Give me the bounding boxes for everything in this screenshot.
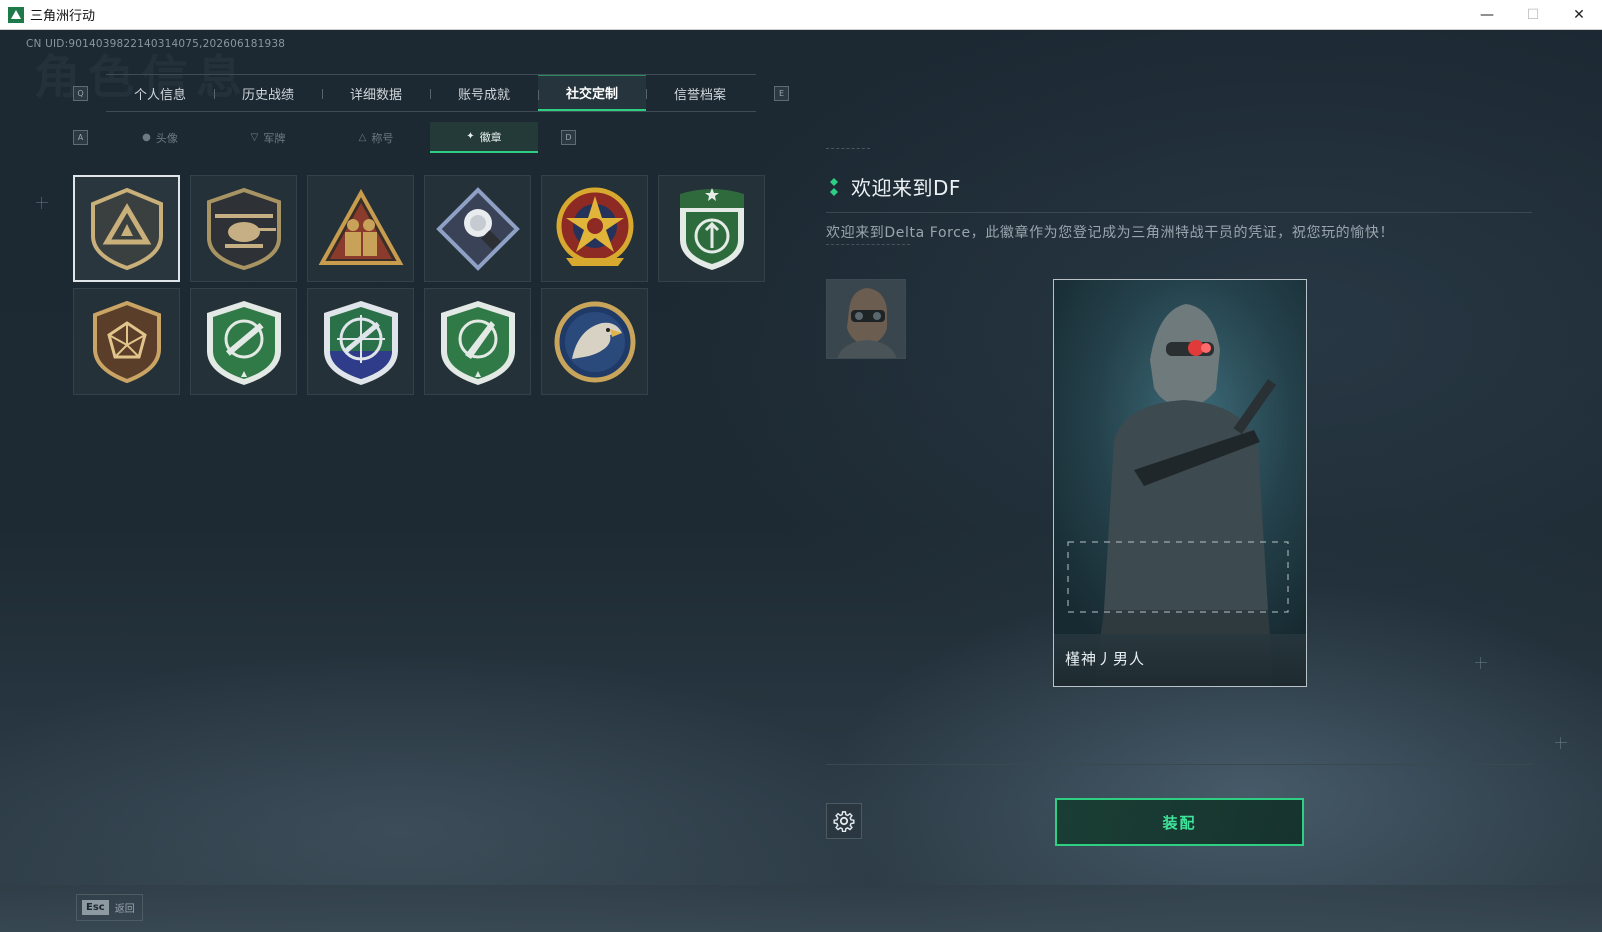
sub-tab-prev-key[interactable]: A xyxy=(73,130,88,145)
rose-icon xyxy=(435,186,520,271)
panel-decoration xyxy=(826,148,870,151)
operator-portrait xyxy=(1067,304,1289,686)
tab-detailed-data[interactable]: 详细数据 xyxy=(322,75,430,111)
title-icon: △ xyxy=(358,132,367,143)
bottom-divider xyxy=(826,764,1532,765)
operator-avatar-icon xyxy=(827,280,905,358)
game-screen: 角色信息 CN UID:9014039822140314075,20260618… xyxy=(0,31,1602,932)
back-button[interactable]: Esc 返回 xyxy=(76,894,143,921)
gear-icon xyxy=(833,811,855,832)
main-tab-next-key[interactable]: E xyxy=(774,86,789,101)
green-knife-badge[interactable] xyxy=(424,288,531,395)
green-rifle-badge[interactable] xyxy=(190,288,297,395)
title-divider xyxy=(826,212,1532,213)
uid-label: CN UID:9014039822140314075,202606181938 xyxy=(26,38,286,50)
delta-shield-badge[interactable] xyxy=(73,175,180,282)
main-tab-bar: 个人信息 历史战绩 详细数据 账号成就 社交定制 信誉档案 xyxy=(106,74,756,112)
settings-button[interactable] xyxy=(826,803,862,839)
app-logo-icon xyxy=(8,6,24,23)
brown-dice-badge[interactable] xyxy=(73,288,180,395)
badge-icon: ✦ xyxy=(466,131,475,142)
gold-star-badge[interactable] xyxy=(541,175,648,282)
green-shield-icon xyxy=(679,187,744,270)
close-button[interactable]: ✕ xyxy=(1556,0,1602,30)
maximize-button[interactable]: ☐ xyxy=(1510,0,1556,30)
subtab-avatar[interactable]: ● 头像 xyxy=(106,122,214,153)
esc-key: Esc xyxy=(82,900,109,915)
rifle-icon xyxy=(206,300,281,385)
avatar xyxy=(826,279,906,359)
subtab-badge[interactable]: ✦ 徽章 xyxy=(430,122,538,153)
tab-achievements[interactable]: 账号成就 xyxy=(430,75,538,111)
operator-name-bar: 槿神丿男人 xyxy=(1054,634,1306,686)
sub-tab-next-key[interactable]: D xyxy=(561,130,576,145)
tab-match-history[interactable]: 历史战绩 xyxy=(214,75,322,111)
crosshair-decoration xyxy=(1475,657,1487,669)
badge-description: 欢迎来到Delta Force，此徽章作为您登记成为三角洲特战干员的凭证，祝您玩… xyxy=(826,225,1395,241)
subtab-badge-label: 徽章 xyxy=(479,130,502,144)
knife-icon xyxy=(440,300,515,385)
operator-name: 槿神丿男人 xyxy=(1065,650,1146,668)
subtab-avatar-label: 头像 xyxy=(155,131,178,145)
main-tab-prev-key[interactable]: Q xyxy=(73,86,88,101)
tab-reputation[interactable]: 信誉档案 xyxy=(646,75,754,111)
back-label: 返回 xyxy=(114,904,135,915)
operator-card: 槿神丿男人 xyxy=(1053,279,1307,687)
eagle-icon xyxy=(554,301,635,382)
rose-diamond-badge[interactable] xyxy=(424,175,531,282)
equip-button[interactable]: 装配 xyxy=(1055,798,1304,846)
sniper-icon xyxy=(323,300,398,385)
subtab-dogtag[interactable]: ▽ 军牌 xyxy=(214,122,322,153)
crosshair-decoration xyxy=(36,197,48,209)
dice-shield-icon xyxy=(92,300,161,383)
footer-bar: Esc 返回 xyxy=(0,885,1602,932)
helicopter-icon xyxy=(206,187,281,270)
gold-star-icon xyxy=(556,187,633,266)
green-shield-badge[interactable] xyxy=(658,175,765,282)
dogtag-icon: ▽ xyxy=(250,132,259,143)
window-titlebar: 三角洲行动 — ☐ ✕ xyxy=(0,0,1602,30)
description-decoration xyxy=(826,244,910,247)
window-title: 三角洲行动 xyxy=(30,9,96,24)
person-icon: ● xyxy=(142,132,151,143)
crosshair-decoration xyxy=(1555,737,1567,749)
eagle-badge[interactable] xyxy=(541,288,648,395)
badge-title: 欢迎来到DF xyxy=(851,176,961,200)
title-marker-icon xyxy=(830,178,838,196)
tab-social-custom[interactable]: 社交定制 xyxy=(538,75,646,111)
helicopter-badge[interactable] xyxy=(190,175,297,282)
sub-tab-bar: ● 头像 ▽ 军牌 △ 称号 ✦ 徽章 xyxy=(106,122,540,153)
minimize-button[interactable]: — xyxy=(1464,0,1510,30)
subtab-title-label: 称号 xyxy=(371,131,394,145)
blue-sniper-badge[interactable] xyxy=(307,288,414,395)
subtab-dogtag-label: 军牌 xyxy=(263,131,286,145)
subtab-title[interactable]: △ 称号 xyxy=(322,122,430,153)
tab-personal-info[interactable]: 个人信息 xyxy=(106,75,214,111)
soldiers-icon xyxy=(318,188,403,265)
delta-shield-icon xyxy=(90,187,163,270)
window-controls: — ☐ ✕ xyxy=(1464,0,1602,30)
soldiers-triangle-badge[interactable] xyxy=(307,175,414,282)
